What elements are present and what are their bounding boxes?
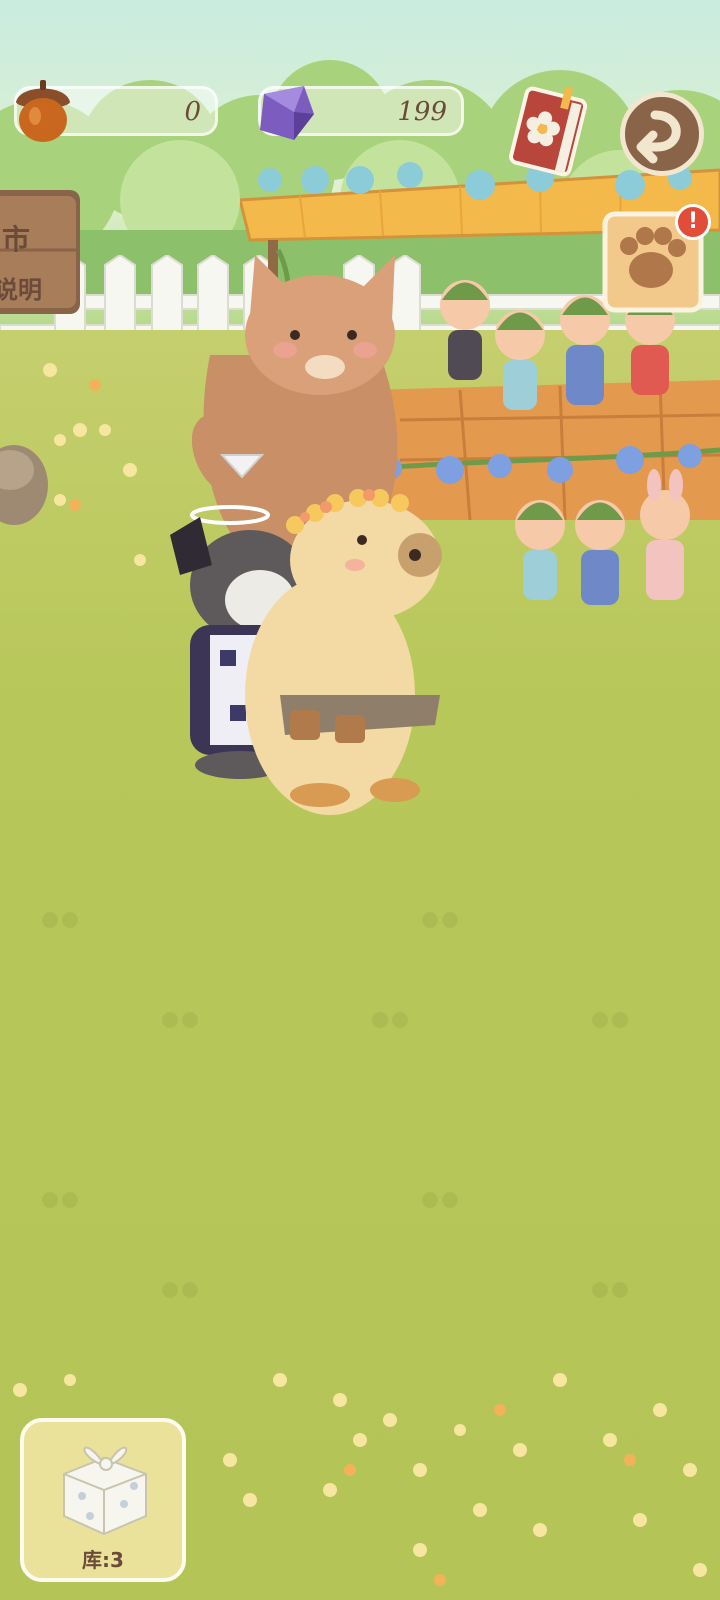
- alert-badge: !: [675, 204, 711, 240]
- return-arrow-icon: [636, 110, 681, 164]
- acorn-icon: [16, 80, 70, 142]
- return-button[interactable]: [620, 92, 704, 176]
- acorn-count: 0: [184, 97, 201, 127]
- purple-gem-icon: [260, 86, 314, 140]
- paw-quest-button[interactable]: !: [601, 204, 711, 316]
- storage-count-label: 库:3: [82, 1548, 124, 1572]
- characters-group[interactable]: [130, 255, 470, 825]
- gem-count: 199: [397, 97, 447, 127]
- gift-box-icon: [63, 1446, 147, 1536]
- market-sign[interactable]: 市 说明: [0, 190, 82, 314]
- rock: [0, 445, 48, 525]
- flower-book-icon[interactable]: [504, 84, 596, 180]
- storage-button[interactable]: 库:3: [20, 1418, 186, 1582]
- sign-subtitle: 说明: [0, 276, 42, 304]
- sign-title: 市: [2, 223, 31, 256]
